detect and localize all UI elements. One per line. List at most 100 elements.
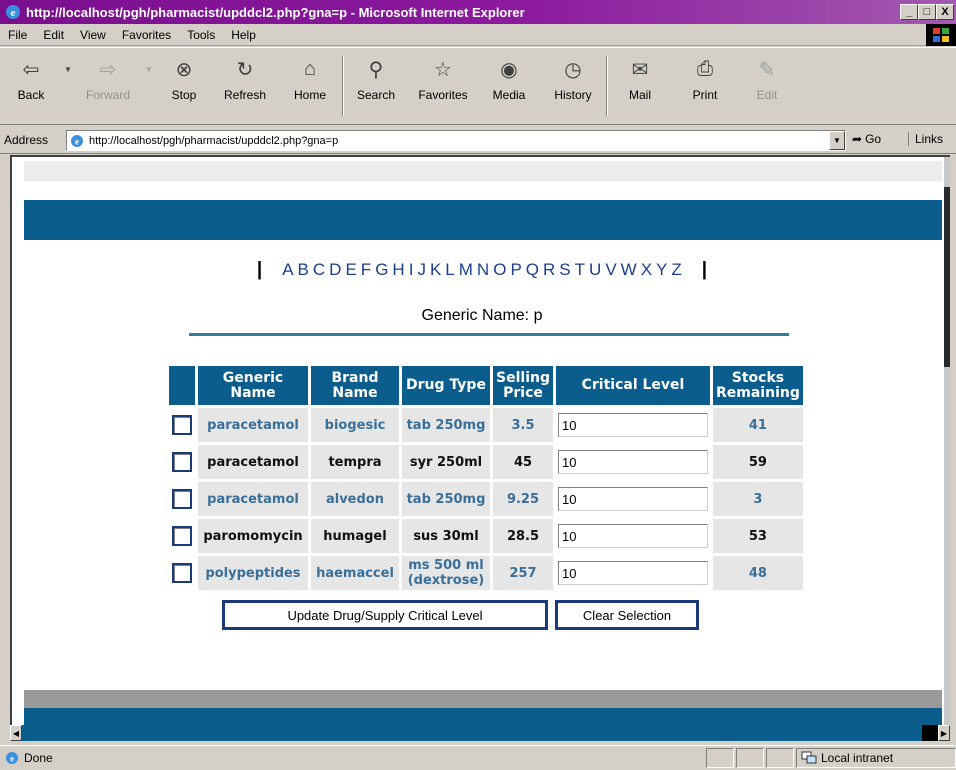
media-button[interactable]: ◉ Media [478, 48, 540, 124]
browser-viewport: | A B C D E F G H I J K L M N O P Q R S T U V W X Y Z | Generic Nam… [0, 155, 956, 745]
history-button[interactable]: ◷ History [540, 48, 606, 124]
footer-blue-band [24, 708, 942, 725]
alphabet-link-l[interactable]: L [445, 260, 454, 280]
alphabet-link-d[interactable]: D [329, 260, 341, 280]
scroll-left-icon[interactable]: ◀ [10, 725, 22, 741]
print-button[interactable]: ⎙ Print [672, 48, 738, 124]
alphabet-link-x[interactable]: X [641, 260, 652, 280]
home-button[interactable]: ⌂ Home [278, 48, 342, 124]
alphabet-link-k[interactable]: K [430, 260, 441, 280]
row-checkbox[interactable] [172, 563, 192, 583]
alphabet-link-n[interactable]: N [477, 260, 489, 280]
page-done-icon: e [6, 752, 18, 764]
footer-gray-band [24, 690, 942, 708]
generic-name-cell: paracetamol [198, 408, 308, 442]
row-checkbox[interactable] [172, 452, 192, 472]
alphabet-link-e[interactable]: E [345, 260, 356, 280]
alphabet-link-j[interactable]: J [417, 260, 426, 280]
go-button[interactable]: ➦ Go [852, 132, 881, 146]
alphabet-link-t[interactable]: T [575, 260, 585, 280]
search-icon: ⚲ [368, 58, 384, 81]
critical-level-input[interactable] [558, 487, 708, 511]
alphabet-link-g[interactable]: G [375, 260, 388, 280]
menu-tools[interactable]: Tools [179, 28, 223, 42]
drug-type-cell: tab 250mg [402, 482, 490, 516]
clear-selection-button[interactable]: Clear Selection [555, 600, 699, 630]
row-checkbox[interactable] [172, 526, 192, 546]
brand-name-cell: haemaccel [311, 556, 399, 590]
alphabet-link-f[interactable]: F [361, 260, 371, 280]
back-button[interactable]: ⇦ Back [0, 48, 62, 124]
minimize-button[interactable]: _ [900, 4, 918, 20]
update-critical-level-button[interactable]: Update Drug/Supply Critical Level [222, 600, 548, 630]
alphabet-link-z[interactable]: Z [671, 260, 681, 280]
favorites-button[interactable]: ☆ Favorites [408, 48, 478, 124]
alphabet-link-h[interactable]: H [392, 260, 404, 280]
svg-text:e: e [75, 136, 79, 146]
critical-level-input[interactable] [558, 524, 708, 548]
window-title: http://localhost/pgh/pharmacist/upddcl2.… [26, 4, 525, 20]
alphabet-link-m[interactable]: M [459, 260, 473, 280]
brand-name-cell: humagel [311, 519, 399, 553]
menu-view[interactable]: View [72, 28, 114, 42]
address-url: http://localhost/pgh/pharmacist/upddcl2.… [89, 134, 339, 147]
critical-level-input[interactable] [558, 561, 708, 585]
address-input[interactable]: e http://localhost/pgh/pharmacist/upddcl… [66, 130, 846, 151]
alphabet-link-y[interactable]: Y [656, 260, 667, 280]
alphabet-link-r[interactable]: R [543, 260, 555, 280]
links-button[interactable]: Links [908, 132, 943, 146]
forward-button[interactable]: ⇨ Forward [74, 48, 142, 124]
stocks-remaining-cell: 3 [713, 482, 803, 516]
forward-dropdown-icon[interactable]: ▼ [142, 48, 156, 124]
critical-level-input[interactable] [558, 413, 708, 437]
horizontal-scrollbar[interactable]: ◀ ▶ [10, 725, 950, 741]
alphabet-link-i[interactable]: I [409, 260, 414, 280]
refresh-button[interactable]: ↻ Refresh [212, 48, 278, 124]
scroll-thumb[interactable] [922, 725, 938, 741]
back-arrow-icon: ⇦ [22, 58, 40, 81]
page-icon: e [71, 134, 83, 147]
alphabet-link-s[interactable]: S [559, 260, 570, 280]
alphabet-link-u[interactable]: U [589, 260, 601, 280]
row-select-cell [169, 408, 195, 442]
row-checkbox[interactable] [172, 489, 192, 509]
stocks-remaining-header: Stocks Remaining [713, 366, 803, 405]
alphabet-link-q[interactable]: Q [526, 260, 539, 280]
vertical-scrollbar[interactable] [944, 157, 950, 725]
critical-level-input[interactable] [558, 450, 708, 474]
status-cell [736, 748, 764, 768]
alphabet-link-a[interactable]: A [282, 260, 293, 280]
alphabet-link-w[interactable]: W [621, 260, 637, 280]
close-button[interactable]: X [936, 4, 954, 20]
alphabet-link-p[interactable]: P [510, 260, 521, 280]
select-column-header [169, 366, 195, 405]
menu-favorites[interactable]: Favorites [114, 28, 179, 42]
brand-name-cell: tempra [311, 445, 399, 479]
search-button[interactable]: ⚲ Search [344, 48, 408, 124]
home-icon: ⌂ [303, 57, 317, 80]
menu-edit[interactable]: Edit [35, 28, 72, 42]
header-blue-band [24, 200, 942, 240]
table-row: paromomycinhumagelsus 30ml28.5 53 [169, 519, 803, 553]
scroll-track[interactable] [22, 725, 922, 741]
stop-icon: ⊗ [175, 58, 193, 81]
menu-file[interactable]: File [0, 28, 35, 42]
header-light-band [24, 161, 942, 181]
scrollbar-thumb[interactable] [944, 187, 950, 367]
alphabet-link-b[interactable]: B [298, 260, 309, 280]
back-dropdown-icon[interactable]: ▼ [62, 48, 74, 124]
menu-help[interactable]: Help [223, 28, 264, 42]
alphabet-link-o[interactable]: O [493, 260, 506, 280]
row-checkbox[interactable] [172, 415, 192, 435]
mail-button[interactable]: ✉ Mail [608, 48, 672, 124]
maximize-button[interactable]: □ [918, 4, 936, 20]
stop-button[interactable]: ⊗ Stop [156, 48, 212, 124]
address-dropdown-icon[interactable]: ▼ [829, 131, 845, 150]
printer-icon: ⎙ [697, 57, 713, 80]
alphabet-link-v[interactable]: V [605, 260, 616, 280]
alphabet-link-c[interactable]: C [313, 260, 325, 280]
zone-label: Local intranet [821, 751, 894, 765]
edit-button[interactable]: ✎ Edit [738, 48, 796, 124]
critical-level-header: Critical Level [556, 366, 710, 405]
scroll-right-icon[interactable]: ▶ [938, 725, 950, 741]
